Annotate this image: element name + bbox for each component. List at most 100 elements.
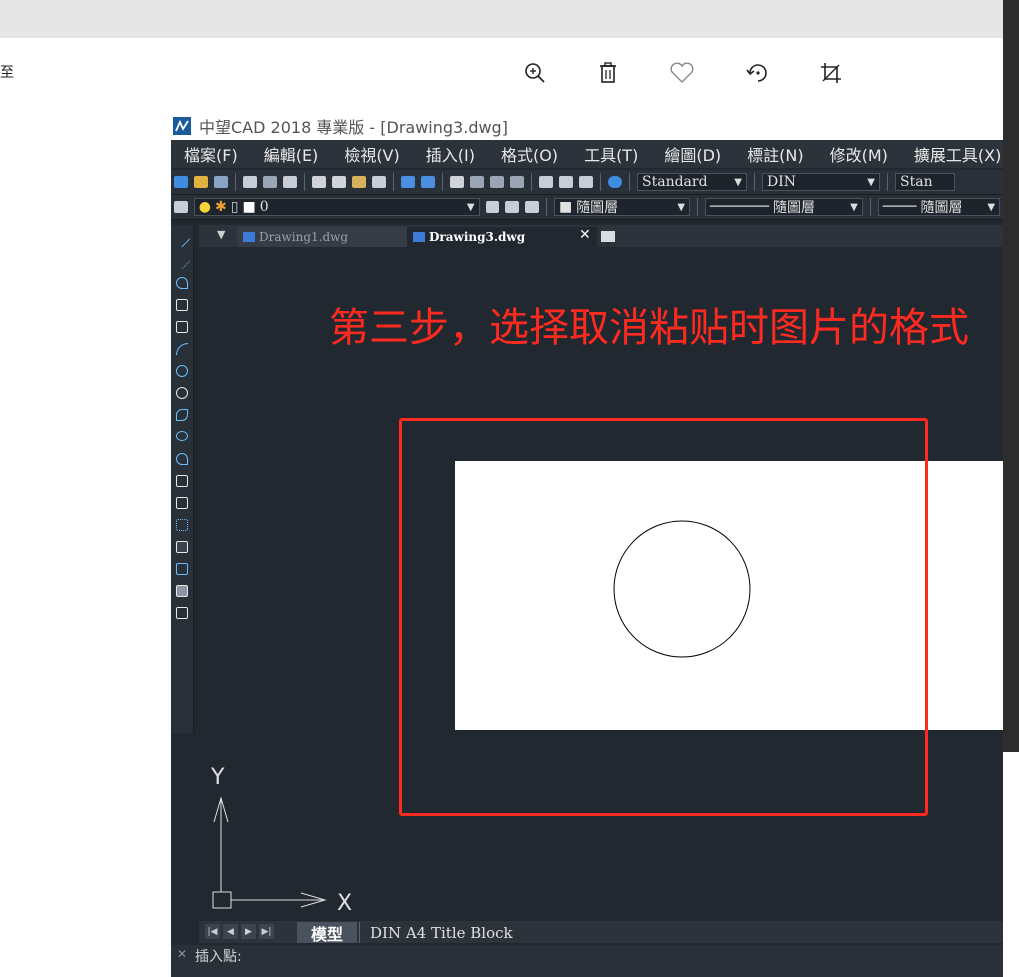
menu-format[interactable]: 格式(O) [501,142,558,166]
make-block-icon[interactable] [176,497,188,509]
standard-toolbar: Standard ▼ DIN ▼ Stan [171,170,1003,195]
ellipse-tool-icon[interactable] [176,431,188,441]
ucs-icon: Y X [210,765,352,912]
dwg-file-icon [413,232,425,242]
gradient-tool-icon[interactable] [176,563,188,575]
design-center-icon[interactable] [559,176,573,188]
tab-din-a4[interactable]: DIN A4 Title Block [359,922,525,943]
lineweight-preview: ──── [882,199,917,215]
zoom-previous-icon[interactable] [510,176,524,188]
redo-icon[interactable] [421,176,435,188]
paste-icon[interactable] [352,176,366,188]
layout-tabs: |◀ ◀ ▶ ▶| 模型 DIN A4 Title Block [199,921,1003,944]
arc-tool-icon[interactable] [176,343,188,355]
linetype-select[interactable]: ─────── 隨圖層 ▼ [705,198,863,216]
ellipse-arc-tool-icon[interactable] [176,453,188,465]
print-icon[interactable] [243,176,257,188]
xline-tool-icon[interactable] [173,252,191,270]
command-line[interactable]: ✕ 插入點: [171,945,1003,977]
layers-toolbar: ● ✱ ▯ ■ 0 ▼ ■ 隨圖層 ▼ ─────── 隨圖層 ▼ ──── 隨圖層 ▼ [171,195,1003,220]
undo-icon[interactable] [401,176,415,188]
layer-previous-icon[interactable] [505,201,520,213]
first-layout-icon[interactable]: |◀ [205,924,220,939]
tab-model[interactable]: 模型 [297,922,358,944]
trash-icon[interactable] [593,58,623,88]
command-prompt: 插入點: [195,949,242,965]
layer-manager-icon[interactable] [174,201,188,213]
point-tool-icon[interactable] [176,519,188,531]
viewer-title-bar [0,0,1003,38]
tab-drawing3[interactable]: Drawing3.dwg [407,227,597,247]
menu-file[interactable]: 檔案(F) [184,142,238,166]
instruction-text: 第三步，选择取消粘贴时图片的格式 [329,305,969,351]
crop-icon[interactable] [816,58,846,88]
menu-draw[interactable]: 繪圖(D) [664,142,721,166]
insert-block-icon[interactable] [176,475,188,487]
table-tool-icon[interactable] [176,585,188,597]
text-style-select[interactable]: Standard ▼ [637,173,747,191]
menu-tools[interactable]: 工具(T) [584,142,638,166]
menu-edit[interactable]: 編輯(E) [264,142,319,166]
color-select[interactable]: ■ 隨圖層 ▼ [553,198,691,216]
copy-icon[interactable] [332,176,346,188]
zoom-window-icon[interactable] [490,176,504,188]
lineweight-select[interactable]: ──── 隨圖層 ▼ [877,198,1001,216]
polyline-tool-icon[interactable] [176,277,188,289]
new-tab-button[interactable] [601,231,615,242]
document-tabs: ▼ Drawing1.dwg Drawing3.dwg ✕ [199,225,1003,247]
last-layout-icon[interactable]: ▶| [259,924,274,939]
line-tool-icon[interactable] [173,230,191,248]
close-tab-icon[interactable]: ✕ [579,227,591,243]
new-file-icon[interactable] [174,176,188,188]
make-current-layer-icon[interactable] [485,201,500,213]
menu-modify[interactable]: 修改(M) [830,142,888,166]
scrollbar-thumb[interactable] [1003,0,1019,752]
save-icon[interactable] [214,176,228,188]
publish-icon[interactable] [283,176,297,188]
open-file-icon[interactable] [194,176,208,188]
menu-extended-tools[interactable]: 擴展工具(X) [914,142,1001,166]
pan-icon[interactable] [450,176,464,188]
preview-icon[interactable] [263,176,277,188]
toolbar-separator [442,173,443,191]
rotate-icon[interactable] [743,58,773,88]
tab-drawing1[interactable]: Drawing1.dwg [237,227,407,247]
layer-select[interactable]: ● ✱ ▯ ■ 0 ▼ [193,198,480,216]
help-icon[interactable] [608,176,622,188]
match-properties-icon[interactable] [372,176,386,188]
zoom-realtime-icon[interactable] [470,176,484,188]
mtext-tool-icon[interactable] [176,607,188,619]
close-command-icon[interactable]: ✕ [177,947,187,961]
table-style-select[interactable]: Stan [895,173,955,191]
zoom-in-icon[interactable] [520,58,550,88]
previous-layout-icon[interactable]: ◀ [223,924,238,939]
revcloud-tool-icon[interactable] [176,387,188,399]
circle-tool-icon[interactable] [176,365,188,377]
cad-menu-bar: 檔案(F) 編輯(E) 檢視(V) 插入(I) 格式(O) 工具(T) 繪圖(D… [171,140,1003,168]
spline-tool-icon[interactable] [176,409,188,421]
tab-list-chevron-icon[interactable]: ▼ [217,228,225,241]
menu-view[interactable]: 檢視(V) [344,142,399,166]
cad-title-bar: 中望CAD 2018 專業版 - [Drawing3.dwg] [171,112,1003,140]
properties-icon[interactable] [539,176,553,188]
cad-window: 中望CAD 2018 專業版 - [Drawing3.dwg] 檔案(F) 編輯… [171,112,1003,977]
toolbar-separator [754,173,755,191]
dwg-file-icon [243,232,255,242]
rectangle-tool-icon[interactable] [176,321,188,333]
tool-palette-icon[interactable] [579,176,593,188]
menu-insert[interactable]: 插入(I) [426,142,475,166]
viewer-scrollbar[interactable] [1003,0,1019,977]
lock-icon: ▯ [230,199,239,215]
toolbar-separator [600,173,601,191]
heart-icon[interactable] [667,58,697,88]
dim-style-select[interactable]: DIN ▼ [762,173,880,191]
next-layout-icon[interactable]: ▶ [241,924,256,939]
toolbar-separator [304,173,305,191]
cut-icon[interactable] [312,176,326,188]
menu-dimension[interactable]: 標註(N) [747,142,803,166]
polygon-tool-icon[interactable] [176,299,188,311]
layer-state-icon[interactable] [525,201,539,213]
highlight-box [399,418,928,816]
hatch-tool-icon[interactable] [176,541,188,553]
toolbar-separator [235,173,236,191]
